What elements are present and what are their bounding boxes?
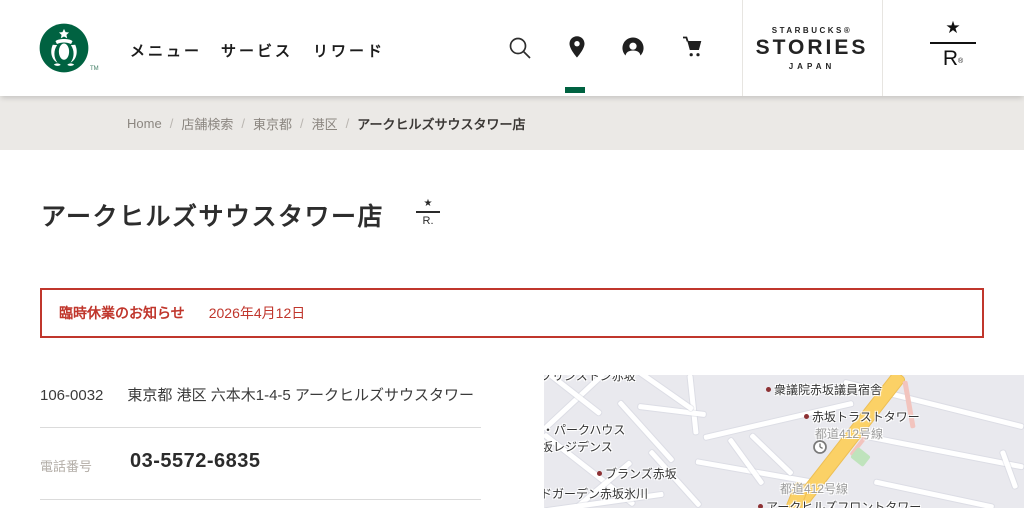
tm-mark: TM [90,66,99,72]
breadcrumb-separator: / [169,115,174,131]
nav-service[interactable]: サービス [221,40,293,61]
store-address: 106-0032 東京都 港区 六本木1-4-5 アークヒルズサウスタワー [40,384,474,405]
breadcrumb-current-store: アークヒルズサウスタワー店 [357,116,526,132]
reserve-badge: ★ R. [416,198,441,227]
stories-logo-middle: STORIES [755,36,869,59]
phone-label: 電話番号 [40,459,93,474]
divider [40,427,481,428]
rewards-star-icon: ★ [945,18,961,37]
poi-dot [597,471,602,477]
notice-title-link[interactable]: 臨時休業のお知らせ [59,303,185,323]
stories-logo-top: STARBUCKS® [771,26,853,35]
stories-logo-bottom: JAPAN [788,62,836,71]
map-poi-label[interactable]: ドガーデン赤坂氷川 [544,485,648,502]
notice-date: 2026年4月12日 [208,305,306,321]
breadcrumb-separator: / [299,115,304,131]
map-poi-label[interactable]: 赤坂レジデンス [544,438,613,455]
map-poi-label[interactable]: アークヒルズフロントタワー [758,498,921,508]
rewards-logo-line [930,42,976,44]
breadcrumb-separator: / [241,115,245,131]
poi-text: ブランズ赤坂 [605,467,677,481]
nav-menu[interactable]: メニュー [130,40,202,61]
poi-dot [766,387,771,393]
cart-icon[interactable] [678,33,708,63]
map-poi-label[interactable]: 赤坂トラストタワー [804,408,920,425]
poi-text: 赤坂レジデンス [544,440,613,454]
breadcrumb-separator: / [345,115,350,131]
closure-notice-banner: 臨時休業のお知らせ 2026年4月12日 [40,288,984,338]
map-poi-label[interactable]: 衆議院赤坂議員宿舎 [766,381,882,398]
poi-text: 赤坂トラストタワー [812,410,920,424]
badge-star-icon: ★ [423,198,433,209]
map-road-label: 都道412号線 [815,427,884,441]
divider [40,499,481,500]
postal-code: 106-0032 [40,387,104,404]
page-title: アークヒルズサウスタワー店 [41,203,385,231]
breadcrumb-home[interactable]: Home [127,116,162,131]
rewards-star-r-logo[interactable]: ★ R® [882,0,1024,96]
map-road-label: 都道412号線 [780,482,849,496]
rewards-letter: R [942,47,958,70]
badge-line [416,211,441,213]
nav-rewards[interactable]: リワード [313,40,385,61]
breadcrumb-minato[interactable]: 港区 [312,114,338,133]
breadcrumb: Home / 店舗検索 / 東京都 / 港区 / アークヒルズサウスタワー店 [0,96,1024,150]
poi-text: 衆議院赤坂議員宿舎 [774,383,883,397]
poi-dot [804,414,809,420]
poi-text: アークヒルズフロントタワー [766,500,922,508]
stories-japan-logo[interactable]: STARBUCKS® STORIES JAPAN [742,0,882,96]
breadcrumb-tokyo[interactable]: 東京都 [253,114,292,133]
store-map[interactable]: 衆議院赤坂議員宿舎 赤坂トラストタワー ブランズ赤坂 アークヒルズフロントタワー… [544,375,1024,508]
store-title-row: アークヒルズサウスタワー店 ★ R. [41,197,441,233]
map-poi-label[interactable]: ザ・プリンストン赤坂 [544,375,636,384]
search-icon[interactable] [505,33,535,63]
map-road [637,403,707,418]
map-poi-label[interactable]: ブランズ赤坂 [597,465,677,482]
map-poi-label[interactable]: ザ・パークハウス [544,421,625,438]
account-person-icon[interactable] [619,34,649,64]
starbucks-logo-icon[interactable]: TM [38,22,99,74]
poi-text: ドガーデン赤坂氷川 [544,487,649,501]
address-text: 東京都 港区 六本木1-4-5 アークヒルズサウスタワー [127,387,475,404]
active-tab-indicator [565,87,585,93]
poi-dot [758,504,763,508]
site-header: TM メニュー サービス リワード STARBUCKS® STORIES JAP… [0,0,1024,96]
poi-text: ザ・パークハウス [544,423,626,437]
poi-text: ザ・プリンストン赤坂 [544,375,636,383]
breadcrumb-store-search[interactable]: 店舗検索 [181,114,233,133]
map-road [999,449,1019,490]
badge-letter: R. [422,214,434,227]
phone-number[interactable]: 03-5572-6835 [130,450,261,473]
rewards-reg-mark: ® [958,58,964,65]
store-locator-pin-icon[interactable] [563,33,593,63]
